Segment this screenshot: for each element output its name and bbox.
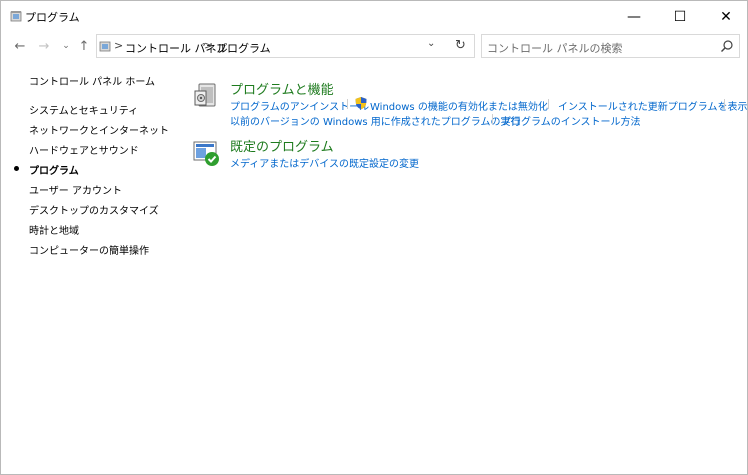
forward-button[interactable]: → xyxy=(34,36,54,56)
maximize-button[interactable]: ☐ xyxy=(657,1,703,32)
installed-updates-link[interactable]: インストールされた更新プログラムを表示 xyxy=(558,98,748,113)
sidebar-item-clock-region[interactable]: 時計と地域 xyxy=(29,222,79,237)
maximize-icon: ☐ xyxy=(673,8,687,25)
breadcrumb-separator: > xyxy=(114,39,124,52)
close-icon: ✕ xyxy=(720,8,732,25)
up-arrow-icon: ↑ xyxy=(78,38,90,54)
run-older-programs-link[interactable]: 以前のバージョンの Windows 用に作成されたプログラムの実行 xyxy=(230,113,521,128)
search-placeholder: コントロール パネルの検索 xyxy=(487,42,623,55)
media-device-defaults-link[interactable]: メディアまたはデバイスの既定設定の変更 xyxy=(230,155,419,170)
default-programs-icon[interactable] xyxy=(193,139,221,167)
link-divider xyxy=(548,99,549,109)
programs-features-icon[interactable] xyxy=(193,81,221,109)
refresh-icon[interactable]: ↻ xyxy=(455,38,466,53)
link-divider xyxy=(492,114,493,124)
recent-locations-button[interactable]: ⌄ xyxy=(56,36,76,56)
up-button[interactable]: ↑ xyxy=(74,36,94,56)
control-panel-icon xyxy=(99,41,111,52)
window-title: プログラム xyxy=(25,11,80,24)
link-divider xyxy=(724,99,725,109)
back-arrow-icon: ← xyxy=(14,38,26,54)
sidebar-item-programs[interactable]: プログラム xyxy=(29,162,79,177)
back-button[interactable]: ← xyxy=(10,36,30,56)
category-title-programs-features[interactable]: プログラムと機能 xyxy=(230,79,334,98)
link-divider xyxy=(347,99,348,109)
breadcrumb-programs[interactable]: プログラム xyxy=(216,40,271,56)
chevron-down-icon: ⌄ xyxy=(62,41,70,51)
uninstall-program-link[interactable]: プログラムのアンインストール xyxy=(230,98,369,113)
minimize-icon: — xyxy=(627,8,641,25)
navigation-bar: ← → ⌄ ↑ > コントロール パネル > プログラム ⌄ ↻ コントロール … xyxy=(1,32,747,60)
close-button[interactable]: ✕ xyxy=(703,1,748,32)
sidebar-item-appearance[interactable]: デスクトップのカスタマイズ xyxy=(29,202,159,217)
how-to-install-link[interactable]: プログラムのインストール方法 xyxy=(501,113,641,128)
minimize-button[interactable]: — xyxy=(611,1,657,32)
forward-arrow-icon: → xyxy=(38,38,50,54)
title-bar[interactable]: プログラム — ☐ ✕ xyxy=(1,1,747,32)
address-bar[interactable]: > コントロール パネル > プログラム ⌄ ↻ xyxy=(96,34,475,58)
sidebar-item-user-accounts[interactable]: ユーザー アカウント xyxy=(29,182,122,197)
sidebar-item-system-security[interactable]: システムとセキュリティ xyxy=(29,102,138,117)
breadcrumb-separator[interactable]: > xyxy=(204,39,213,52)
active-item-bullet xyxy=(14,166,19,171)
control-panel-icon xyxy=(10,11,22,22)
uac-shield-icon xyxy=(355,97,367,110)
search-input[interactable]: コントロール パネルの検索 xyxy=(481,34,740,58)
windows-features-link[interactable]: Windows の機能の有効化または無効化 xyxy=(370,98,548,113)
control-panel-window: プログラム — ☐ ✕ ← → ⌄ ↑ > コントロール パネル > プログラム… xyxy=(0,0,748,475)
sidebar-item-home[interactable]: コントロール パネル ホーム xyxy=(29,73,155,88)
sidebar-item-hardware-sound[interactable]: ハードウェアとサウンド xyxy=(29,142,139,157)
category-title-default-programs[interactable]: 既定のプログラム xyxy=(230,136,334,155)
sidebar-item-network[interactable]: ネットワークとインターネット xyxy=(29,122,169,137)
search-icon xyxy=(721,40,733,52)
sidebar-item-ease-of-access[interactable]: コンピューターの簡単操作 xyxy=(29,242,149,257)
address-dropdown-icon[interactable]: ⌄ xyxy=(427,38,435,49)
